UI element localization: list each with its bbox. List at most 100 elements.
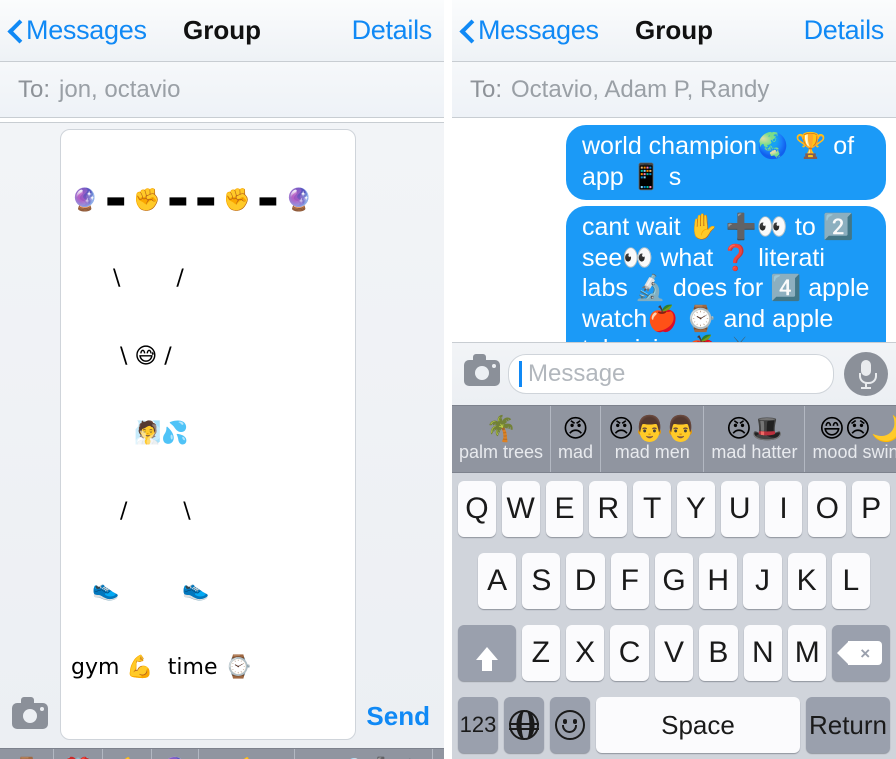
right-navbar: Messages Group Details [452, 0, 896, 62]
left-to-field[interactable]: To: jon, octavio [0, 62, 444, 118]
left-conversation: O What r u up to?? [0, 118, 444, 122]
prediction-glyphs: 🌴 [485, 413, 517, 443]
left-compose-area: 🔮 ▬ ✊ ▬ ▬ ✊ ▬ 🔮 \ / \ 😅 / 🧖💦 / \ 👟 👟 gym… [0, 122, 444, 748]
key-b[interactable]: B [699, 625, 738, 681]
key-c[interactable]: C [610, 625, 649, 681]
right-keyboard[interactable]: Q W E R T Y U I O P A S D F G H J K L Z … [452, 473, 896, 759]
backspace-key[interactable]: × [832, 625, 891, 681]
backspace-icon: × [837, 641, 883, 665]
prediction-item[interactable]: 😠👨👨 mad men [601, 406, 705, 472]
message-input-with-emoji-art[interactable]: 🔮 ▬ ✊ ▬ ▬ ✊ ▬ 🔮 \ / \ 😅 / 🧖💦 / \ 👟 👟 gym… [60, 129, 357, 740]
prediction-item[interactable]: 🚗💨➕😠 fast and furious [295, 748, 433, 759]
emoji-art-line-5: / \ [71, 499, 191, 525]
prediction-label: mood swing [812, 441, 896, 462]
key-p[interactable]: P [852, 481, 890, 537]
key-h[interactable]: H [699, 553, 738, 609]
key-v[interactable]: V [654, 625, 694, 681]
right-phone-screen: Messages Group Details To: Octavio, Adam… [452, 0, 896, 759]
prediction-item[interactable]: ⌚ Time [0, 748, 55, 759]
dual-screenshot-container: Messages Group Details To: jon, octavio … [0, 0, 896, 759]
prediction-item[interactable]: 😄😞🌙 mood swing [805, 406, 896, 472]
prediction-item-truncated[interactable]: 🚗 fas [433, 749, 444, 759]
globe-key[interactable] [504, 697, 544, 753]
outgoing-message-bubble[interactable]: world champion🌏 🏆 of app 📱 s [566, 125, 886, 200]
globe-icon [508, 710, 539, 740]
prediction-glyphs: 😄😞🌙 [818, 413, 896, 443]
right-emoji-prediction-bar[interactable]: 🌴 palm trees 😠 mad 😠👨👨 mad men 😠🎩 mad ha… [452, 405, 896, 473]
key-j[interactable]: J [743, 553, 782, 609]
prediction-item[interactable]: ⏰ time [54, 748, 104, 759]
back-to-messages-button[interactable]: Messages [8, 15, 147, 46]
camera-button[interactable] [8, 694, 52, 738]
key-l[interactable]: L [831, 553, 870, 609]
back-to-messages-button[interactable]: Messages [460, 15, 599, 46]
key-t[interactable]: T [633, 481, 671, 537]
key-e[interactable]: E [545, 481, 584, 537]
shift-key[interactable] [457, 625, 516, 681]
keyboard-row-2: A S D F G H J K L [455, 553, 893, 609]
key-s[interactable]: S [522, 553, 561, 609]
chevron-left-icon [460, 19, 474, 43]
key-o[interactable]: O [808, 481, 847, 537]
prediction-item[interactable]: 💪 gym [103, 748, 153, 759]
back-button-label: Messages [478, 15, 599, 45]
prediction-item[interactable]: 🌴 palm trees [452, 406, 552, 472]
prediction-label: mad men [614, 441, 690, 462]
key-u[interactable]: U [720, 481, 759, 537]
key-z[interactable]: Z [521, 625, 560, 681]
left-emoji-prediction-bar[interactable]: ⌚ Time ⏰ time 💪 gym 🔮 ball 💪 armstrong 🚗… [0, 747, 444, 759]
text-caret [519, 361, 522, 387]
space-key[interactable]: Space [596, 697, 800, 753]
prediction-label: mad hatter [711, 441, 798, 462]
keyboard-row-3: Z X C V B N M × [455, 625, 893, 681]
right-conversation: world champion🌏 🏆 of app 📱 s cant wait ✋… [452, 118, 896, 342]
prediction-item[interactable]: 💪 armstrong [199, 748, 295, 759]
details-button[interactable]: Details [352, 15, 433, 46]
key-d[interactable]: D [566, 553, 605, 609]
send-button[interactable]: Send [366, 701, 430, 732]
back-button-label: Messages [26, 15, 147, 45]
key-f[interactable]: F [610, 553, 649, 609]
message-row-outgoing: cant wait ✋ ➕👀 to 2️⃣ see👀 what ❓ litera… [452, 203, 896, 342]
to-label: To: [470, 75, 503, 103]
to-recipients: jon, octavio [59, 75, 181, 103]
emoji-key[interactable] [550, 697, 590, 753]
microphone-button[interactable] [844, 352, 888, 396]
prediction-label: mad [558, 441, 594, 462]
prediction-glyphs: 😠 [562, 413, 589, 443]
details-button[interactable]: Details [804, 15, 885, 46]
key-x[interactable]: X [565, 625, 605, 681]
key-i[interactable]: I [764, 481, 803, 537]
to-label: To: [18, 75, 51, 103]
keyboard-row-4: 123 Space Return [455, 697, 893, 753]
right-to-field[interactable]: To: Octavio, Adam P, Randy [452, 62, 896, 118]
emoji-art-line-7: gym 💪 time ⌚ [71, 655, 252, 681]
key-q[interactable]: Q [458, 481, 496, 537]
key-y[interactable]: Y [677, 481, 715, 537]
keyboard-row-1: Q W E R T Y U I O P [455, 481, 893, 537]
outgoing-message-bubble[interactable]: cant wait ✋ ➕👀 to 2️⃣ see👀 what ❓ litera… [566, 206, 886, 342]
key-k[interactable]: K [787, 553, 826, 609]
key-r[interactable]: R [589, 481, 628, 537]
key-g[interactable]: G [654, 553, 694, 609]
prediction-item[interactable]: 😠 mad [551, 406, 602, 472]
message-input[interactable]: Message [508, 354, 834, 394]
key-n[interactable]: N [743, 625, 783, 681]
numbers-key[interactable]: 123 [458, 697, 498, 753]
prediction-glyphs: 😠👨👨 [608, 413, 697, 443]
camera-button[interactable] [460, 351, 504, 395]
microphone-icon [858, 360, 877, 389]
return-key[interactable]: Return [806, 697, 890, 753]
prediction-item[interactable]: 🔮 ball [152, 748, 199, 759]
emoji-art-line-1: 🔮 ▬ ✊ ▬ ▬ ✊ ▬ 🔮 [71, 187, 313, 213]
emoji-art-content: 🔮 ▬ ✊ ▬ ▬ ✊ ▬ 🔮 \ / \ 😅 / 🧖💦 / \ 👟 👟 gym… [71, 136, 345, 733]
key-w[interactable]: W [501, 481, 540, 537]
backspace-x-label: × [860, 643, 871, 663]
emoji-art-line-4: 🧖💦 [71, 421, 189, 447]
key-a[interactable]: A [478, 553, 517, 609]
prediction-item[interactable]: 😠🎩 mad hatter [704, 406, 806, 472]
key-m[interactable]: M [788, 625, 827, 681]
right-compose-area: Message [452, 342, 896, 405]
camera-icon [12, 696, 48, 729]
emoji-art-line-2: \ / [71, 265, 184, 291]
